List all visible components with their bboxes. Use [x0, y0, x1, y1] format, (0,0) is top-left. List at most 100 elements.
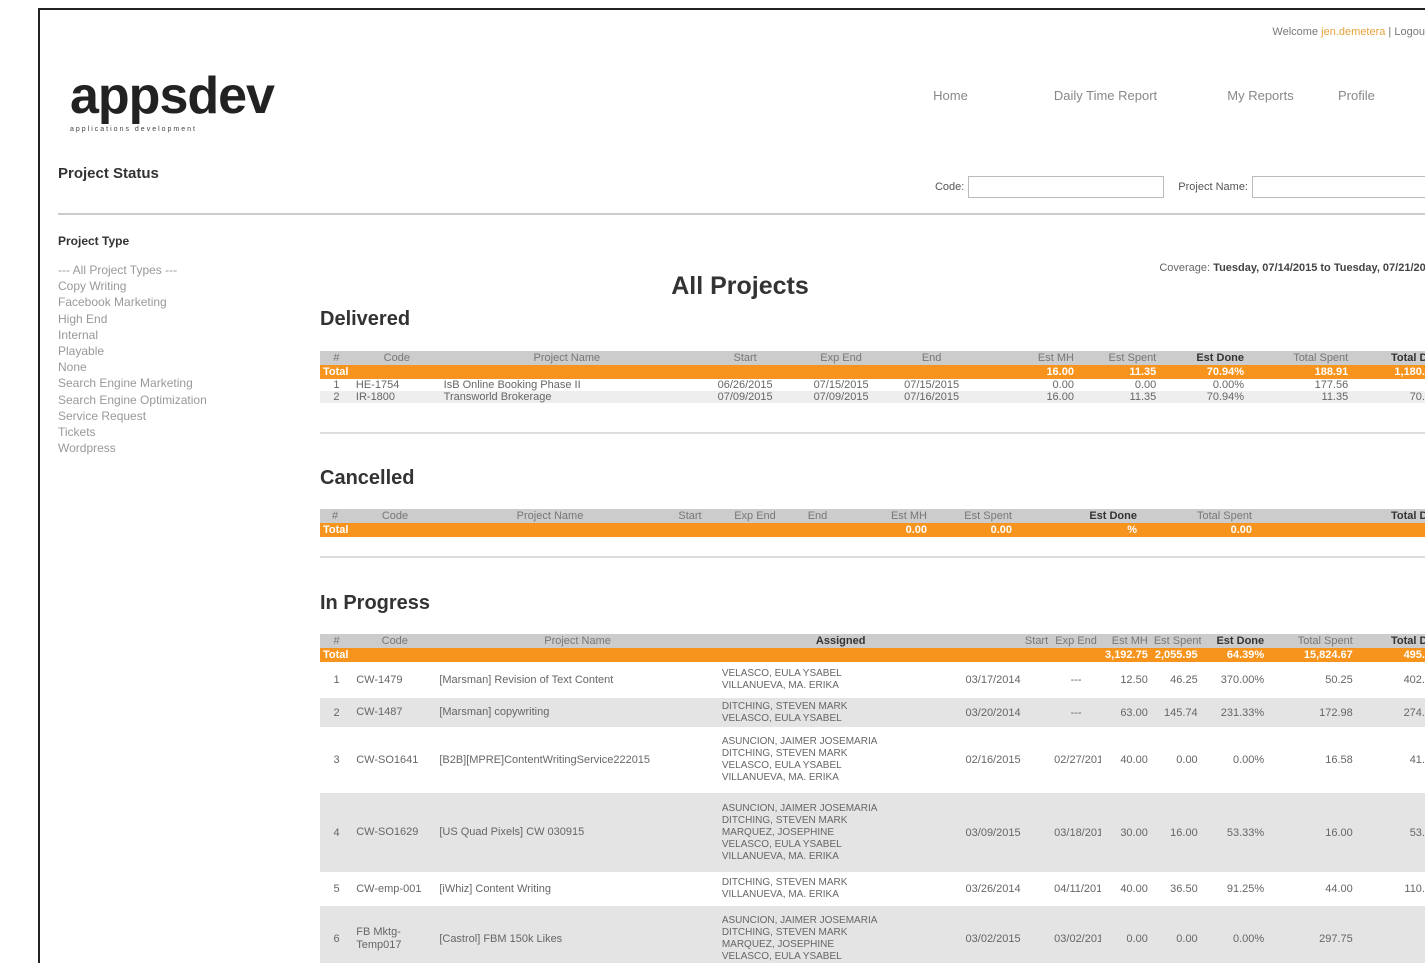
nav-profile[interactable]: Profile: [1338, 88, 1425, 103]
cell-code[interactable]: CW-1479: [353, 662, 436, 698]
cell-project-name[interactable]: [B2B][MPRE]ContentWritingService222015: [436, 727, 719, 793]
cell-project-name[interactable]: [iWhiz] Content Writing: [436, 872, 719, 906]
total-label: Total: [320, 365, 979, 379]
table-row[interactable]: 5 CW-emp-001 [iWhiz] Content Writing DIT…: [320, 872, 1425, 906]
col-code: Code: [350, 509, 440, 523]
col-start: Start: [660, 509, 720, 523]
cell-exp-end: 03/02/2015: [1051, 906, 1101, 963]
cell-project-name[interactable]: IsB Online Booking Phase II: [441, 379, 693, 391]
cell-num: 2: [320, 391, 353, 403]
cell-est-mh: 40.00: [1120, 754, 1148, 766]
cell-project-name[interactable]: [Marsman] Revision of Text Content: [436, 662, 719, 698]
table-row[interactable]: 2 IR-1800 Transworld Brokerage 07/09/201…: [320, 391, 1425, 403]
cell-start: 03/26/2014: [965, 883, 1021, 895]
cell-num: 4: [320, 793, 354, 872]
sidebar-item-copy-writing[interactable]: Copy Writing: [58, 278, 288, 294]
cell-assigned: ASUNCION, JAIMER JOSEMARIA DITCHING, STEV…: [718, 793, 963, 872]
cell-est-spent: 46.25: [1170, 674, 1198, 686]
cell-total-done: 402.00%: [1403, 674, 1425, 686]
nav-daily-time-report[interactable]: Daily Time Report: [1028, 88, 1183, 103]
col-total-spent: Total Spent: [1140, 509, 1255, 523]
sidebar-item-sem[interactable]: Search Engine Marketing: [58, 375, 288, 391]
nav-home[interactable]: Home: [873, 88, 1028, 103]
sidebar-item-facebook-marketing[interactable]: Facebook Marketing: [58, 294, 288, 310]
sidebar-item-tickets[interactable]: Tickets: [58, 424, 288, 440]
sidebar-item-internal[interactable]: Internal: [58, 327, 288, 343]
cell-code[interactable]: CW-1487: [353, 698, 437, 727]
cell-project-name[interactable]: [Castrol] FBM 150k Likes: [436, 906, 719, 963]
total-est-done: 64.39%: [1200, 648, 1268, 662]
table-header-row: # Code Project Name Start Exp End End Es…: [320, 351, 1425, 365]
cell-start: 03/17/2014: [965, 674, 1021, 686]
col-project-name: Project Name: [440, 351, 693, 365]
coverage-value: Tuesday, 07/14/2015 to Tuesday, 07/21/20…: [1213, 262, 1425, 274]
total-total-done: 1,180.69%: [1351, 365, 1425, 379]
cell-total-done: %: [1355, 906, 1425, 963]
logout-link[interactable]: Logout: [1394, 26, 1425, 38]
table-row[interactable]: 3 CW-SO1641 [B2B][MPRE]ContentWritingSer…: [320, 727, 1425, 793]
col-project-name: Project Name: [436, 634, 719, 648]
page-title: Project Status: [58, 165, 159, 182]
cell-code[interactable]: CW-SO1629: [353, 793, 437, 872]
cell-project-name[interactable]: [Marsman] copywriting: [436, 698, 719, 727]
cell-total-done: 274.57%: [1355, 698, 1425, 727]
col-exp-end: Exp End: [1051, 634, 1101, 648]
cell-code[interactable]: FB Mktg-Temp017: [353, 906, 437, 963]
welcome-text: Welcome: [1272, 26, 1319, 38]
col-start: Start: [693, 351, 798, 365]
total-row: Total 3,192.75 2,055.95 64.39% 15,824.67…: [320, 648, 1425, 662]
col-est-spent: Est Spent: [930, 509, 1015, 523]
col-end: End: [884, 351, 979, 365]
sidebar-item-service-request[interactable]: Service Request: [58, 408, 288, 424]
cell-code[interactable]: CW-SO1641: [353, 727, 436, 793]
total-total-done: 495.63%: [1355, 648, 1425, 662]
sidebar-item-all[interactable]: --- All Project Types ---: [58, 262, 288, 278]
table-row[interactable]: 6 FB Mktg-Temp017 [Castrol] FBM 150k Lik…: [320, 906, 1425, 963]
total-total-spent: 188.91: [1247, 365, 1352, 379]
table-row[interactable]: 2 CW-1487 [Marsman] copywriting DITCHING…: [320, 698, 1425, 727]
cell-start: 02/16/2015: [965, 754, 1021, 766]
cell-assigned: DITCHING, STEVEN MARK VELASCO, EULA YSABE…: [718, 698, 963, 727]
cell-est-mh: 40.00: [1120, 883, 1148, 895]
cell-code[interactable]: IR-1800: [352, 391, 441, 403]
cell-project-name[interactable]: [US Quad Pixels] CW 030915: [436, 793, 719, 872]
cell-code[interactable]: HE-1754: [353, 379, 441, 391]
cell-total-done: %: [1351, 379, 1425, 391]
sidebar-item-high-end[interactable]: High End: [58, 311, 288, 327]
project-name-input[interactable]: [1252, 176, 1425, 198]
sidebar-item-seo[interactable]: Search Engine Optimization: [58, 392, 288, 408]
cell-code[interactable]: CW-emp-001: [353, 872, 436, 906]
nav-my-reports[interactable]: My Reports: [1183, 88, 1338, 103]
separator: |: [1388, 26, 1392, 38]
col-exp-end: Exp End: [720, 509, 790, 523]
logo-word: appsdev: [70, 67, 275, 125]
cell-total-done: 110.00%: [1404, 883, 1425, 895]
col-est-done: Est Done: [1159, 351, 1248, 365]
col-total-done: Total Done: [1351, 351, 1425, 365]
cell-project-name[interactable]: Transworld Brokerage: [440, 391, 693, 403]
cell-start: 06/26/2015: [717, 379, 773, 391]
cell-start: 03/02/2015: [962, 906, 1052, 963]
cell-start: 07/09/2015: [693, 391, 798, 403]
cell-exp-end: ---: [1051, 698, 1101, 727]
table-header-row: # Code Project Name Start Exp End End Es…: [320, 509, 1425, 523]
col-est-spent: Est Spent: [1076, 351, 1160, 365]
sidebar-item-none[interactable]: None: [58, 359, 288, 375]
table-row[interactable]: 4 CW-SO1629 [US Quad Pixels] CW 030915 A…: [320, 793, 1425, 872]
cell-est-done: 91.25%: [1226, 883, 1265, 895]
cell-assigned: VELASCO, EULA YSABEL VILLANUEVA, MA. ERIK…: [721, 668, 842, 691]
appsdev-logo[interactable]: appsdev applications development: [70, 67, 275, 133]
cell-exp-end: 07/09/2015: [797, 391, 885, 403]
total-row: Total 0.00 0.00 % 0.00 %: [320, 523, 1425, 537]
total-est-mh: 0.00: [845, 523, 930, 537]
sidebar-item-wordpress[interactable]: Wordpress: [58, 440, 288, 456]
table-row[interactable]: 1 HE-1754 IsB Online Booking Phase II 06…: [320, 379, 1425, 391]
user-link[interactable]: jen.demetera: [1321, 26, 1385, 38]
cell-exp-end: 03/18/2015: [1051, 793, 1101, 872]
code-input[interactable]: [968, 176, 1165, 198]
cell-exp-end: 04/11/2014: [1054, 883, 1101, 895]
total-est-spent: 0.00: [930, 523, 1015, 537]
cell-exp-end: ---: [1070, 674, 1082, 686]
sidebar-item-playable[interactable]: Playable: [58, 343, 288, 359]
table-row[interactable]: 1 CW-1479 [Marsman] Revision of Text Con…: [320, 662, 1425, 698]
